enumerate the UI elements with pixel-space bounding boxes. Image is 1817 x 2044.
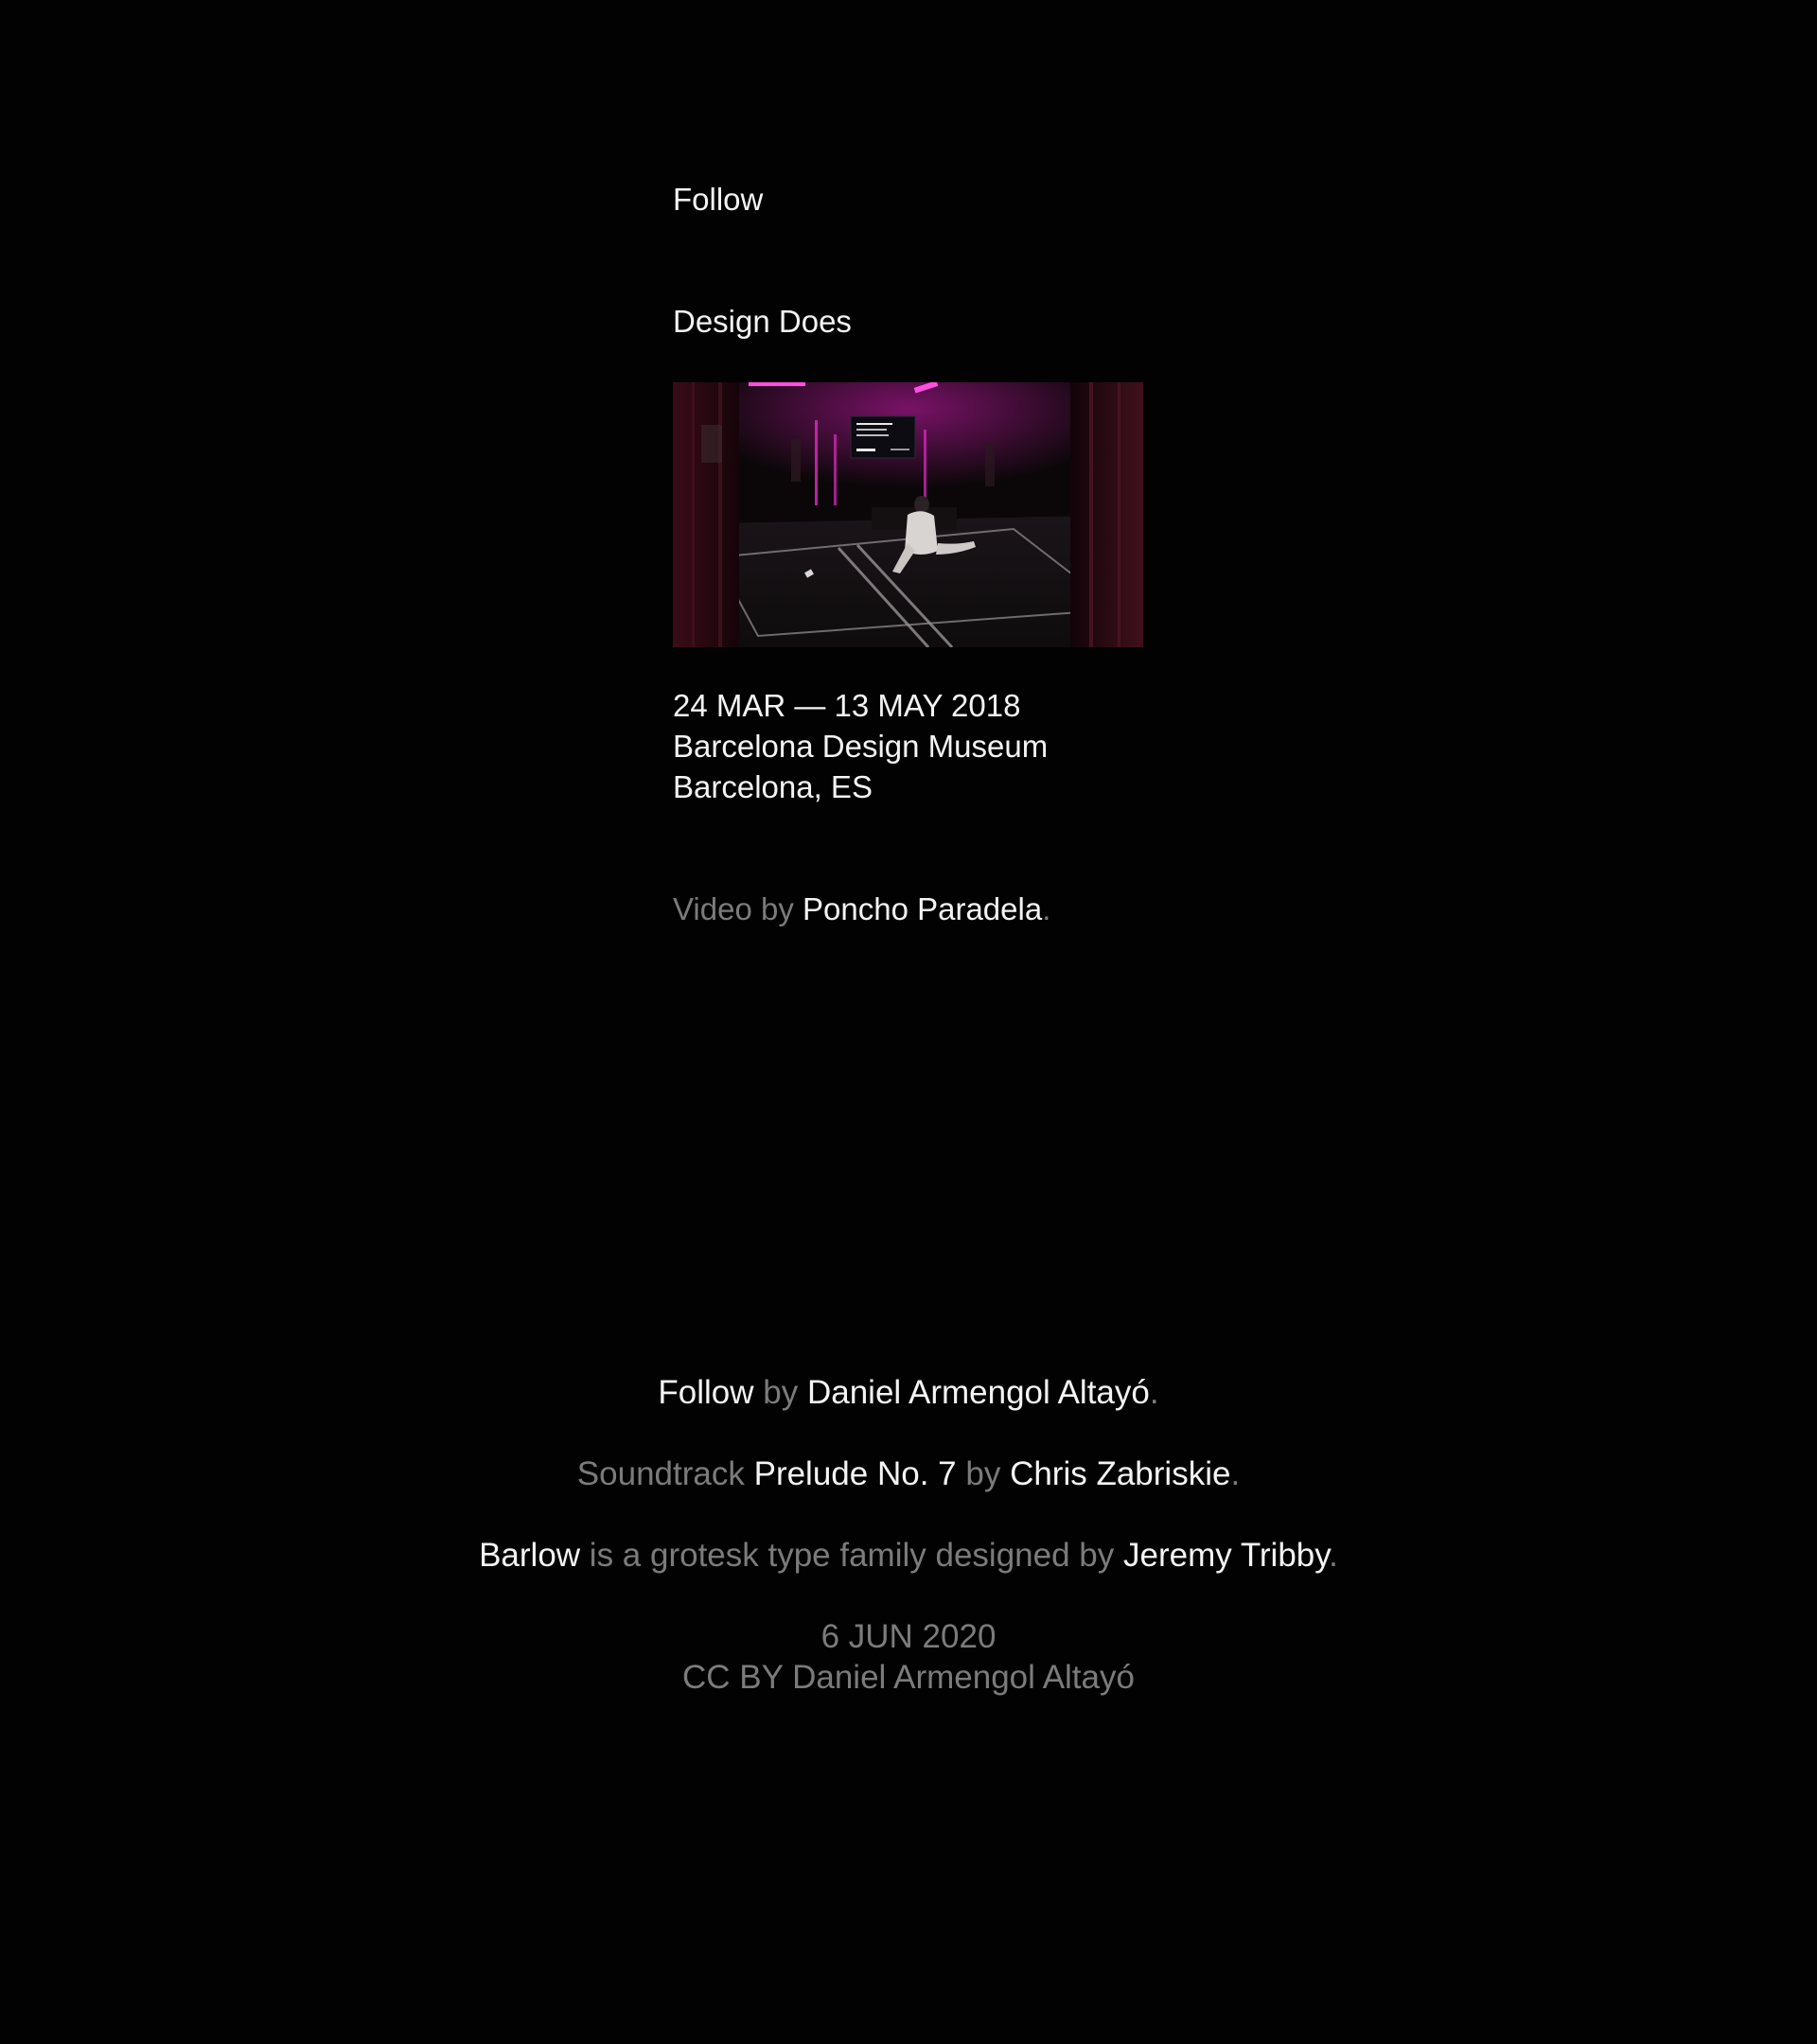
exhibition-city: Barcelona, ES — [673, 769, 873, 804]
video-credit-suffix: . — [1042, 891, 1051, 926]
soundtrack-label: Soundtrack — [576, 1455, 745, 1492]
footer-project-link[interactable]: Follow — [658, 1374, 753, 1411]
footer-font-credit: Barlow is a grotesk type family designed… — [0, 1535, 1817, 1576]
exhibition-dates: 24 MAR — 13 MAY 2018 — [673, 688, 1021, 723]
soundtrack-end: . — [1230, 1455, 1241, 1492]
footer-by: by — [763, 1374, 799, 1411]
font-link[interactable]: Barlow — [479, 1537, 580, 1574]
installation-video[interactable] — [673, 382, 1143, 647]
font-credit-end: . — [1329, 1537, 1338, 1574]
soundtrack-by: by — [965, 1455, 1001, 1492]
soundtrack-track-link[interactable]: Prelude No. 7 — [754, 1455, 957, 1492]
exhibition-venue: Barcelona Design Museum — [673, 726, 1048, 766]
venue-link[interactable]: Barcelona Design Museum — [673, 729, 1048, 764]
soundtrack-artist-link[interactable]: Chris Zabriskie — [1010, 1455, 1230, 1492]
font-designer-link[interactable]: Jeremy Tribby — [1123, 1537, 1329, 1574]
footer-date: 6 JUN 2020 — [820, 1618, 997, 1655]
installation-still-image — [673, 382, 1143, 647]
footer-end: . — [1149, 1374, 1159, 1411]
footer-author-link[interactable]: Daniel Armengol Altayó — [807, 1374, 1150, 1411]
footer-project-credit: Follow by Daniel Armengol Altayó. — [0, 1372, 1817, 1413]
footer-soundtrack-credit: Soundtrack Prelude No. 7 by Chris Zabris… — [0, 1454, 1817, 1494]
video-credit: Video by Poncho Paradela. — [673, 889, 1050, 929]
footer-license: CC BY Daniel Armengol Altayó — [682, 1659, 1135, 1696]
videographer-link[interactable]: Poncho Paradela — [803, 891, 1042, 926]
exhibition-link[interactable]: Design Does — [673, 301, 852, 342]
video-credit-prefix: Video by — [673, 891, 794, 926]
project-title: Follow — [673, 182, 764, 217]
font-description: is a grotesk type family designed by — [589, 1537, 1115, 1574]
